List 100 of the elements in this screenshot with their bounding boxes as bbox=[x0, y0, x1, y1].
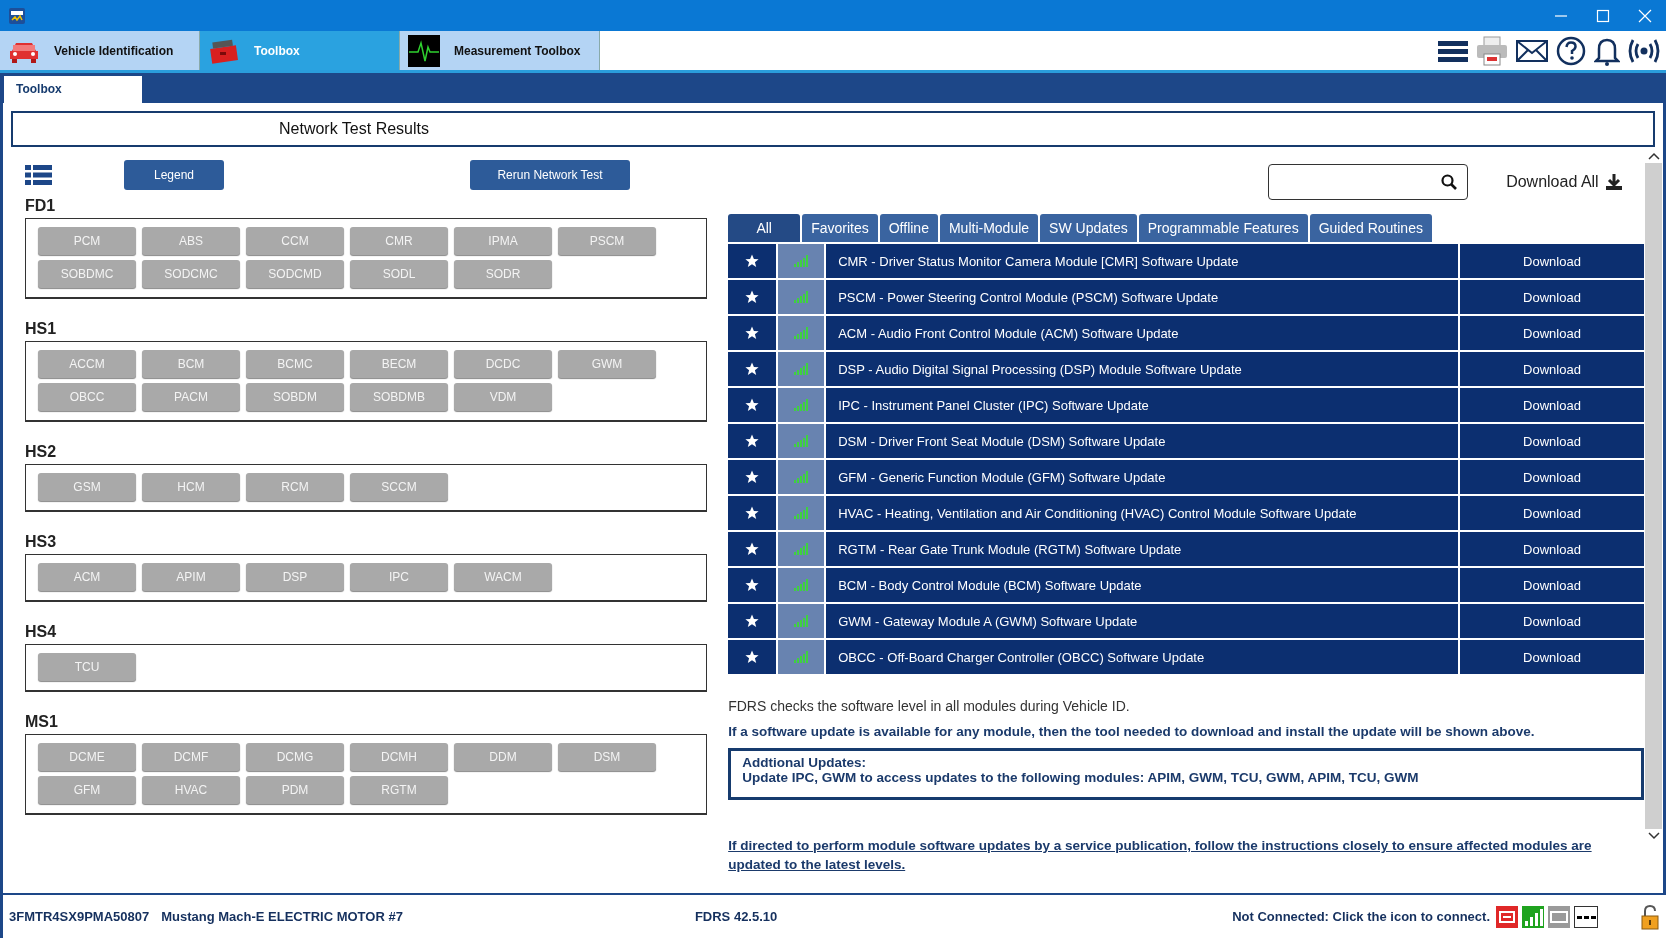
mail-icon[interactable] bbox=[1516, 39, 1548, 62]
module-button[interactable]: SOBDM bbox=[246, 383, 344, 411]
download-link[interactable]: Download bbox=[1523, 289, 1581, 305]
module-button[interactable]: SODL bbox=[350, 260, 448, 288]
star-icon[interactable] bbox=[745, 578, 760, 592]
list-view-icon[interactable] bbox=[25, 165, 52, 185]
module-button[interactable]: ABS bbox=[142, 227, 240, 255]
search-icon[interactable] bbox=[1441, 174, 1458, 190]
module-button[interactable]: SODCMC bbox=[142, 260, 240, 288]
module-button[interactable]: BECM bbox=[350, 350, 448, 378]
search-field[interactable] bbox=[1268, 164, 1469, 200]
filter-tab[interactable]: Programmable Features bbox=[1138, 214, 1308, 242]
module-button[interactable]: BCMC bbox=[246, 350, 344, 378]
module-button[interactable]: SOBDMC bbox=[38, 260, 136, 288]
connector-icon[interactable] bbox=[1496, 905, 1518, 928]
module-button[interactable]: APIM bbox=[142, 563, 240, 591]
module-button[interactable]: BCM bbox=[142, 350, 240, 378]
printer-icon[interactable] bbox=[1476, 35, 1508, 66]
module-button[interactable]: PCM bbox=[38, 227, 136, 255]
module-button[interactable]: RGTM bbox=[350, 776, 448, 804]
module-button[interactable]: DSM bbox=[558, 743, 656, 771]
module-button[interactable]: SODCMD bbox=[246, 260, 344, 288]
star-icon[interactable] bbox=[745, 290, 760, 304]
maximize-icon[interactable] bbox=[1596, 8, 1610, 23]
module-button[interactable]: PSCM bbox=[558, 227, 656, 255]
download-link[interactable]: Download bbox=[1523, 541, 1581, 557]
download-link[interactable]: Download bbox=[1523, 505, 1581, 521]
download-all-button[interactable]: Download All bbox=[1506, 173, 1623, 191]
star-icon[interactable] bbox=[745, 326, 760, 340]
module-button[interactable]: GWM bbox=[558, 350, 656, 378]
download-link[interactable]: Download bbox=[1523, 325, 1581, 341]
module-button[interactable]: WACM bbox=[454, 563, 552, 591]
download-link[interactable]: Download bbox=[1523, 361, 1581, 377]
module-button[interactable]: DCMH bbox=[350, 743, 448, 771]
info-text: FDRS checks the software level in all modules during Vehicle ID. bbox=[728, 698, 1131, 714]
module-button[interactable]: VDM bbox=[454, 383, 552, 411]
download-link[interactable]: Download bbox=[1523, 613, 1581, 629]
scroll-down-icon[interactable] bbox=[1646, 831, 1661, 841]
module-button[interactable]: DCMF bbox=[142, 743, 240, 771]
star-icon[interactable] bbox=[745, 434, 760, 448]
module-button[interactable]: CMR bbox=[350, 227, 448, 255]
lock-icon[interactable] bbox=[1640, 903, 1660, 930]
star-icon[interactable] bbox=[745, 254, 760, 268]
star-icon[interactable] bbox=[745, 398, 760, 412]
module-button[interactable]: DDM bbox=[454, 743, 552, 771]
module-button[interactable]: SODR bbox=[454, 260, 552, 288]
scrollbar-track[interactable] bbox=[1645, 163, 1662, 829]
instructions-link[interactable]: If directed to perform module software updates by a service publication, follow the instructions closely to ensure affected modules are updated to the latest levels. bbox=[728, 836, 1645, 874]
module-button[interactable]: PDM bbox=[246, 776, 344, 804]
module-button[interactable]: IPC bbox=[350, 563, 448, 591]
module-button[interactable]: IPMA bbox=[454, 227, 552, 255]
module-button[interactable]: DCME bbox=[38, 743, 136, 771]
star-icon[interactable] bbox=[745, 542, 760, 556]
download-link[interactable]: Download bbox=[1523, 433, 1581, 449]
scroll-up-icon[interactable] bbox=[1646, 151, 1661, 161]
help-icon[interactable] bbox=[1556, 35, 1586, 66]
filter-tab[interactable]: Multi-Module bbox=[939, 214, 1039, 242]
app-tab[interactable]: Measurement Toolbox bbox=[400, 31, 600, 70]
star-icon[interactable] bbox=[745, 506, 760, 520]
module-button[interactable]: DCMG bbox=[246, 743, 344, 771]
download-link[interactable]: Download bbox=[1523, 397, 1581, 413]
star-icon[interactable] bbox=[745, 362, 760, 376]
filter-tab[interactable]: Favorites bbox=[802, 214, 878, 242]
module-button[interactable]: ACCM bbox=[38, 350, 136, 378]
filter-tab[interactable]: Guided Routines bbox=[1309, 214, 1432, 242]
module-button[interactable]: OBCC bbox=[38, 383, 136, 411]
menu-icon[interactable] bbox=[1438, 39, 1468, 62]
module-button[interactable]: DSP bbox=[246, 563, 344, 591]
dashes-icon[interactable] bbox=[1574, 905, 1598, 928]
signal-bars-icon[interactable] bbox=[1522, 905, 1544, 928]
module-button[interactable]: PACM bbox=[142, 383, 240, 411]
module-button[interactable]: ACM bbox=[38, 563, 136, 591]
filter-tab[interactable]: Offline bbox=[879, 214, 938, 242]
star-icon[interactable] bbox=[745, 650, 760, 664]
filter-tab[interactable]: All bbox=[728, 214, 801, 242]
sub-tab[interactable]: Toolbox bbox=[4, 76, 142, 103]
filter-tab[interactable]: SW Updates bbox=[1040, 214, 1137, 242]
module-button[interactable]: DCDC bbox=[454, 350, 552, 378]
module-button[interactable]: GFM bbox=[38, 776, 136, 804]
module-button[interactable]: CCM bbox=[246, 227, 344, 255]
module-button[interactable]: SOBDMB bbox=[350, 383, 448, 411]
module-button[interactable]: HCM bbox=[142, 473, 240, 501]
vehicle-text: Mustang Mach-E ELECTRIC MOTOR #7 bbox=[161, 909, 403, 924]
module-button[interactable]: TCU bbox=[38, 653, 136, 681]
module-button[interactable]: GSM bbox=[38, 473, 136, 501]
module-button[interactable]: HVAC bbox=[142, 776, 240, 804]
download-link[interactable]: Download bbox=[1523, 649, 1581, 665]
close-icon[interactable] bbox=[1638, 8, 1652, 23]
download-link[interactable]: Download bbox=[1523, 469, 1581, 485]
app-tab[interactable]: Vehicle Identification bbox=[0, 31, 200, 70]
rerun-test-button[interactable]: Rerun Network Test bbox=[470, 160, 630, 190]
app-tab[interactable]: Toolbox bbox=[200, 31, 400, 70]
update-title: BCM - Body Control Module (BCM) Software Update bbox=[838, 577, 1142, 593]
download-link[interactable]: Download bbox=[1523, 253, 1581, 269]
module-button[interactable]: SCCM bbox=[350, 473, 448, 501]
star-icon[interactable] bbox=[745, 470, 760, 484]
download-link[interactable]: Download bbox=[1523, 577, 1581, 593]
star-icon[interactable] bbox=[745, 614, 760, 628]
legend-button[interactable]: Legend bbox=[124, 160, 224, 190]
module-button[interactable]: RCM bbox=[246, 473, 344, 501]
